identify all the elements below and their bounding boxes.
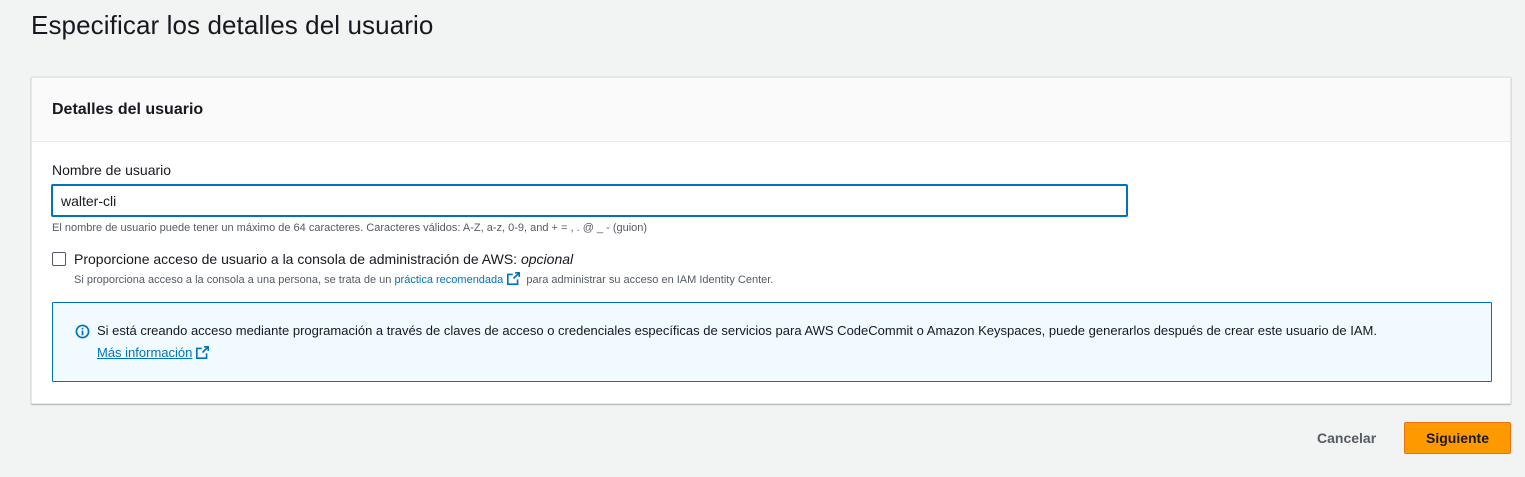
user-details-panel: Detalles del usuario Nombre de usuario E… [31, 77, 1511, 404]
next-button[interactable]: Siguiente [1404, 422, 1511, 454]
console-access-label-text: Proporcione acceso de usuario a la conso… [74, 251, 518, 267]
console-access-label[interactable]: Proporcione acceso de usuario a la conso… [74, 251, 573, 267]
username-label: Nombre de usuario [52, 162, 172, 178]
console-access-checkbox[interactable] [52, 252, 66, 266]
page-title: Especificar los detalles del usuario [31, 10, 434, 40]
best-practice-link[interactable]: práctica recomendada [394, 274, 503, 286]
cancel-button[interactable]: Cancelar [1303, 422, 1390, 454]
username-hint: El nombre de usuario puede tener un máxi… [52, 222, 648, 234]
console-access-optional: opcional [520, 251, 574, 267]
info-alert-text: Si está creando acceso mediante programa… [97, 323, 1377, 338]
info-icon [75, 324, 90, 344]
learn-more-link[interactable]: Más información [97, 345, 192, 360]
external-link-icon[interactable] [196, 346, 210, 362]
panel-title: Detalles del usuario [52, 100, 204, 118]
console-access-desc-suffix: para administrar su acceso en IAM Identi… [526, 274, 774, 286]
info-alert: Si está creando acceso mediante programa… [52, 302, 1492, 382]
info-alert-link-wrap: Más información [97, 345, 212, 362]
console-access-desc-prefix: Si proporciona acceso a la consola a una… [74, 274, 392, 286]
username-input[interactable] [51, 184, 1128, 217]
external-link-icon[interactable] [507, 272, 521, 288]
panel-header: Detalles del usuario [32, 78, 1510, 142]
console-access-description: Si proporciona acceso a la consola a una… [74, 272, 773, 288]
